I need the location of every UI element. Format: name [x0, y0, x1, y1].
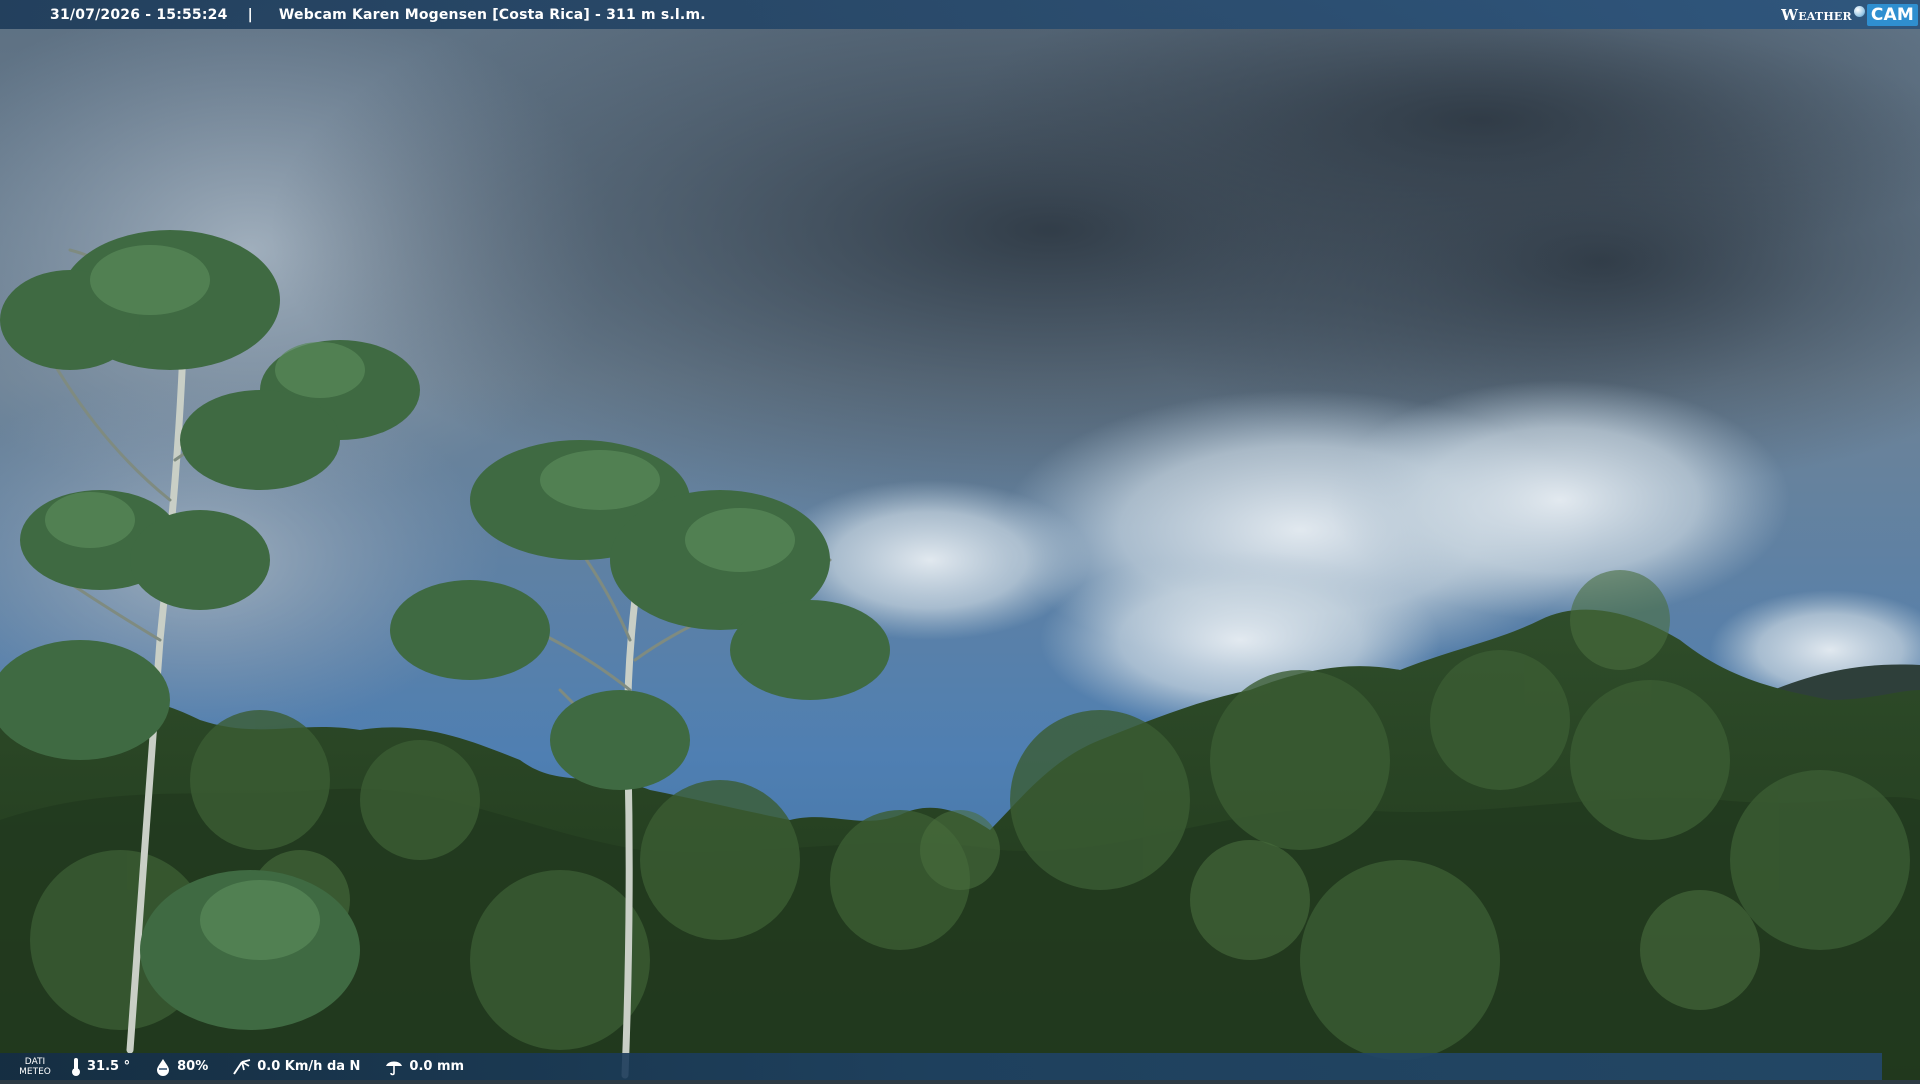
- timestamp: 31/07/2026 - 15:55:24: [50, 6, 228, 23]
- weathercam-logo: Weather CAM: [1781, 2, 1918, 27]
- webcam-title: Webcam Karen Mogensen [Costa Rica] - 311…: [278, 6, 706, 23]
- logo-weather-text: Weather: [1781, 5, 1852, 24]
- webcam-image: [0, 0, 1920, 1080]
- humidity-drop-icon: [157, 1058, 170, 1076]
- weather-data-bar: DATI METEO 31.5 ° 80% 0.0 Km/h da N 0.0 …: [0, 1053, 1882, 1080]
- humidity-metric: 80%: [154, 1058, 208, 1076]
- top-info-bar: 31/07/2026 - 15:55:24 | Webcam Karen Mog…: [0, 0, 1920, 29]
- wind-icon: [233, 1058, 251, 1075]
- weather-label-line1: DATI: [24, 1056, 46, 1067]
- rain-icon: [386, 1061, 403, 1075]
- forest-sky-photo: [0, 0, 1920, 1080]
- weather-data-label: DATI METEO: [0, 1057, 70, 1077]
- logo-cam-text: CAM: [1866, 3, 1918, 26]
- rain-metric: 0.0 mm: [384, 1058, 464, 1076]
- temperature-metric: 31.5 °: [70, 1057, 130, 1077]
- humidity-value: 80%: [177, 1059, 209, 1074]
- temperature-value: 31.5 °: [87, 1059, 131, 1074]
- title-separator: |: [247, 6, 253, 23]
- wind-value: 0.0 Km/h da N: [257, 1059, 361, 1074]
- weather-label-line2: METEO: [19, 1066, 51, 1077]
- thermometer-icon: [72, 1057, 80, 1076]
- wind-metric: 0.0 Km/h da N: [232, 1058, 360, 1076]
- logo-sun-icon: [1853, 6, 1865, 17]
- rain-value: 0.0 mm: [409, 1059, 465, 1074]
